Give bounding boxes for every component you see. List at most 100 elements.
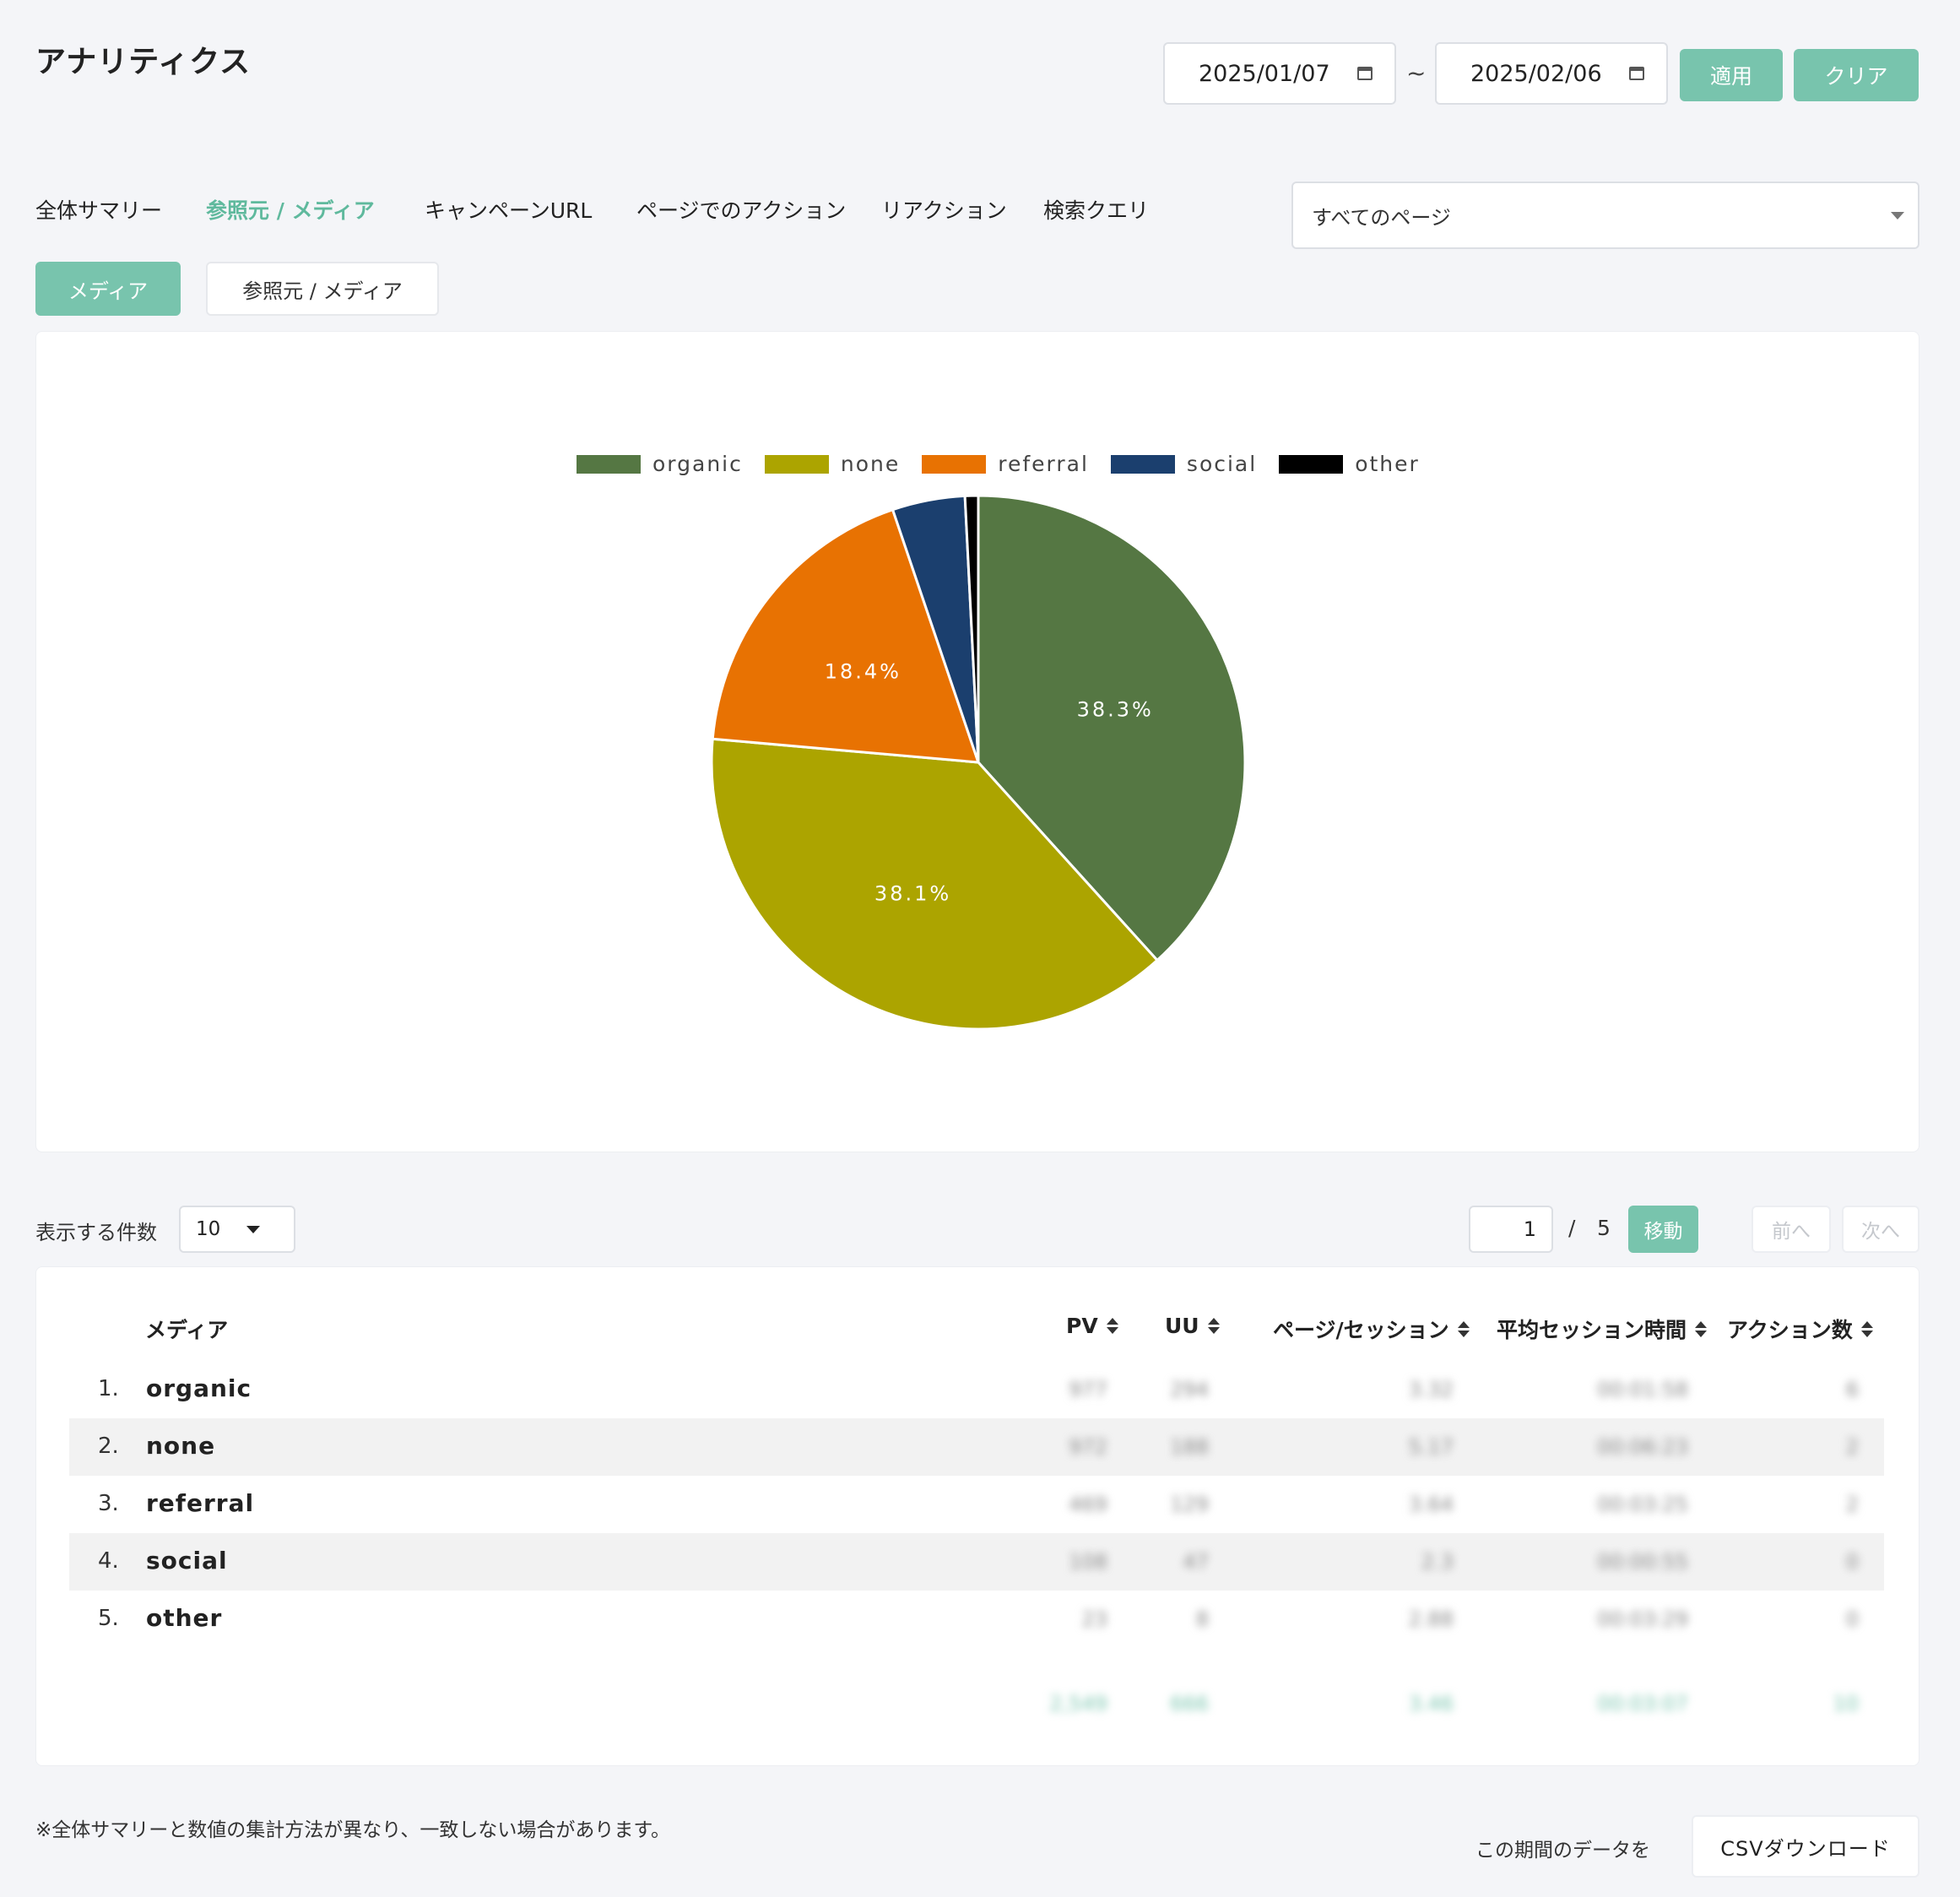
- media-name: referral: [146, 1489, 255, 1517]
- total-pages: 5: [1597, 1216, 1611, 1240]
- column-header-pages-per-session[interactable]: ページ/セッション: [1273, 1314, 1470, 1344]
- column-header-uu[interactable]: UU: [1165, 1314, 1220, 1338]
- download-prefix: この期間のデータを: [1475, 1840, 1650, 1862]
- sort-icon[interactable]: [1106, 1318, 1118, 1334]
- page-separator: /: [1568, 1216, 1576, 1240]
- column-header-label: アクション数: [1727, 1318, 1853, 1342]
- uu-value: 129: [1170, 1493, 1209, 1516]
- subtab-media[interactable]: メディア: [35, 262, 181, 316]
- table-row: 5. other 23 8 2.88 00:03:29 0: [69, 1591, 1884, 1648]
- pie-label-organic: 38.3%: [1077, 698, 1154, 722]
- chevron-down-icon: [246, 1225, 260, 1233]
- tab-reactions[interactable]: リアクション: [881, 194, 1007, 225]
- uu-value: 188: [1170, 1435, 1209, 1459]
- column-header-pv[interactable]: PV: [1066, 1314, 1118, 1338]
- calendar-icon[interactable]: [1629, 67, 1644, 80]
- pages-per-session-value: 2.88: [1408, 1607, 1454, 1631]
- subtab-referrer-media[interactable]: 参照元 / メディア: [206, 262, 439, 316]
- row-number: 5.: [98, 1606, 119, 1631]
- range-separator: ~: [1406, 59, 1427, 87]
- table-row: 3. referral 469 129 3.64 00:03:25 2: [69, 1476, 1884, 1533]
- uu-value: 8: [1195, 1607, 1209, 1631]
- actions-value: 2: [1845, 1435, 1859, 1459]
- date-to-input[interactable]: 2025/02/06: [1435, 42, 1668, 105]
- pages-per-session-value: 3.32: [1408, 1378, 1454, 1401]
- pv-value: 23: [1081, 1607, 1107, 1631]
- avg-session-value: 00:01:58: [1597, 1378, 1688, 1401]
- column-header-actions[interactable]: アクション数: [1727, 1314, 1873, 1344]
- pv-value: 977: [1069, 1378, 1107, 1401]
- column-header-label: PV: [1066, 1314, 1098, 1338]
- chevron-down-icon: [1891, 211, 1904, 220]
- row-number: 2.: [98, 1434, 119, 1459]
- chart-card: organic none referral social other 38.3% 38.1…: [35, 331, 1919, 1152]
- date-to-value: 2025/02/06: [1470, 60, 1602, 87]
- pv-value: 108: [1069, 1550, 1107, 1574]
- actions-value: 6: [1845, 1378, 1859, 1401]
- per-page-select[interactable]: 10: [179, 1206, 295, 1253]
- actions-value: 0: [1845, 1550, 1859, 1574]
- sort-icon[interactable]: [1207, 1318, 1220, 1334]
- column-header-label: メディア: [145, 1318, 229, 1342]
- uu-value: 294: [1170, 1378, 1209, 1401]
- column-header-media: メディア: [145, 1314, 228, 1344]
- actions-total: 10: [1833, 1692, 1859, 1715]
- media-name: none: [146, 1432, 216, 1460]
- tab-campaign-url[interactable]: キャンペーンURL: [425, 194, 592, 225]
- calendar-icon[interactable]: [1357, 67, 1373, 80]
- tab-referrer-media[interactable]: 参照元 / メディア: [206, 194, 375, 225]
- pv-value: 972: [1069, 1435, 1107, 1459]
- media-name: other: [146, 1604, 223, 1632]
- column-header-label: UU: [1165, 1314, 1199, 1338]
- actions-value: 2: [1845, 1493, 1859, 1516]
- prev-page-button[interactable]: 前へ: [1752, 1206, 1831, 1253]
- tab-summary[interactable]: 全体サマリー: [35, 194, 162, 225]
- pages-per-session-value: 3.64: [1408, 1493, 1454, 1516]
- avg-session-value: 00:06:23: [1597, 1435, 1688, 1459]
- table-row: 2. none 972 188 5.17 00:06:23 2: [69, 1418, 1884, 1476]
- sort-icon[interactable]: [1860, 1320, 1873, 1337]
- page-filter-select[interactable]: すべてのページ: [1291, 182, 1919, 249]
- row-number: 4.: [98, 1548, 119, 1574]
- row-number: 1.: [98, 1376, 119, 1401]
- page-number-input[interactable]: 1: [1469, 1206, 1553, 1253]
- go-page-button[interactable]: 移動: [1628, 1206, 1698, 1253]
- sort-icon[interactable]: [1695, 1320, 1708, 1337]
- pie-label-referral: 18.4%: [825, 660, 901, 684]
- per-page-label: 表示する件数: [35, 1221, 157, 1244]
- avg-session-total: 00:03:07: [1597, 1692, 1688, 1715]
- clear-button[interactable]: クリア: [1794, 49, 1919, 101]
- pv-total: 2,549: [1049, 1692, 1107, 1715]
- table-row: 1. organic 977 294 3.32 00:01:58 6: [69, 1361, 1884, 1418]
- pie-chart: 38.3% 38.1% 18.4%: [710, 494, 1247, 1031]
- column-header-label: 平均セッション時間: [1497, 1318, 1687, 1342]
- page-filter-value: すべてのページ: [1312, 205, 1451, 230]
- footnote: ※全体サマリーと数値の集計方法が異なり、一致しない場合があります。: [35, 1819, 671, 1841]
- totals-row: 2,549 666 3.46 00:03:07 10: [69, 1675, 1884, 1732]
- apply-button[interactable]: 適用: [1680, 49, 1783, 101]
- pages-per-session-total: 3.46: [1408, 1692, 1454, 1715]
- avg-session-value: 00:03:29: [1597, 1607, 1688, 1631]
- avg-session-value: 00:00:55: [1597, 1550, 1688, 1574]
- media-name: organic: [146, 1374, 252, 1402]
- media-name: social: [146, 1547, 228, 1575]
- page-title: アナリティクス: [35, 45, 252, 79]
- sort-icon[interactable]: [1457, 1320, 1470, 1337]
- uu-value: 47: [1183, 1550, 1209, 1574]
- uu-total: 666: [1170, 1692, 1209, 1715]
- next-page-button[interactable]: 次へ: [1842, 1206, 1919, 1253]
- csv-download-button[interactable]: CSVダウンロード: [1692, 1815, 1919, 1878]
- pie-label-none: 38.1%: [874, 882, 951, 906]
- pv-value: 469: [1069, 1493, 1107, 1516]
- row-number: 3.: [98, 1491, 119, 1516]
- date-from-input[interactable]: 2025/01/07: [1163, 42, 1396, 105]
- tab-page-actions[interactable]: ページでのアクション: [636, 194, 846, 225]
- per-page-value: 10: [196, 1218, 221, 1240]
- pages-per-session-value: 2.3: [1421, 1550, 1454, 1574]
- date-from-value: 2025/01/07: [1199, 60, 1330, 87]
- column-header-avg-session[interactable]: 平均セッション時間: [1497, 1314, 1708, 1344]
- tab-search-query[interactable]: 検索クエリ: [1043, 194, 1149, 225]
- pages-per-session-value: 5.17: [1408, 1435, 1454, 1459]
- column-header-label: ページ/セッション: [1273, 1318, 1449, 1342]
- actions-value: 0: [1845, 1607, 1859, 1631]
